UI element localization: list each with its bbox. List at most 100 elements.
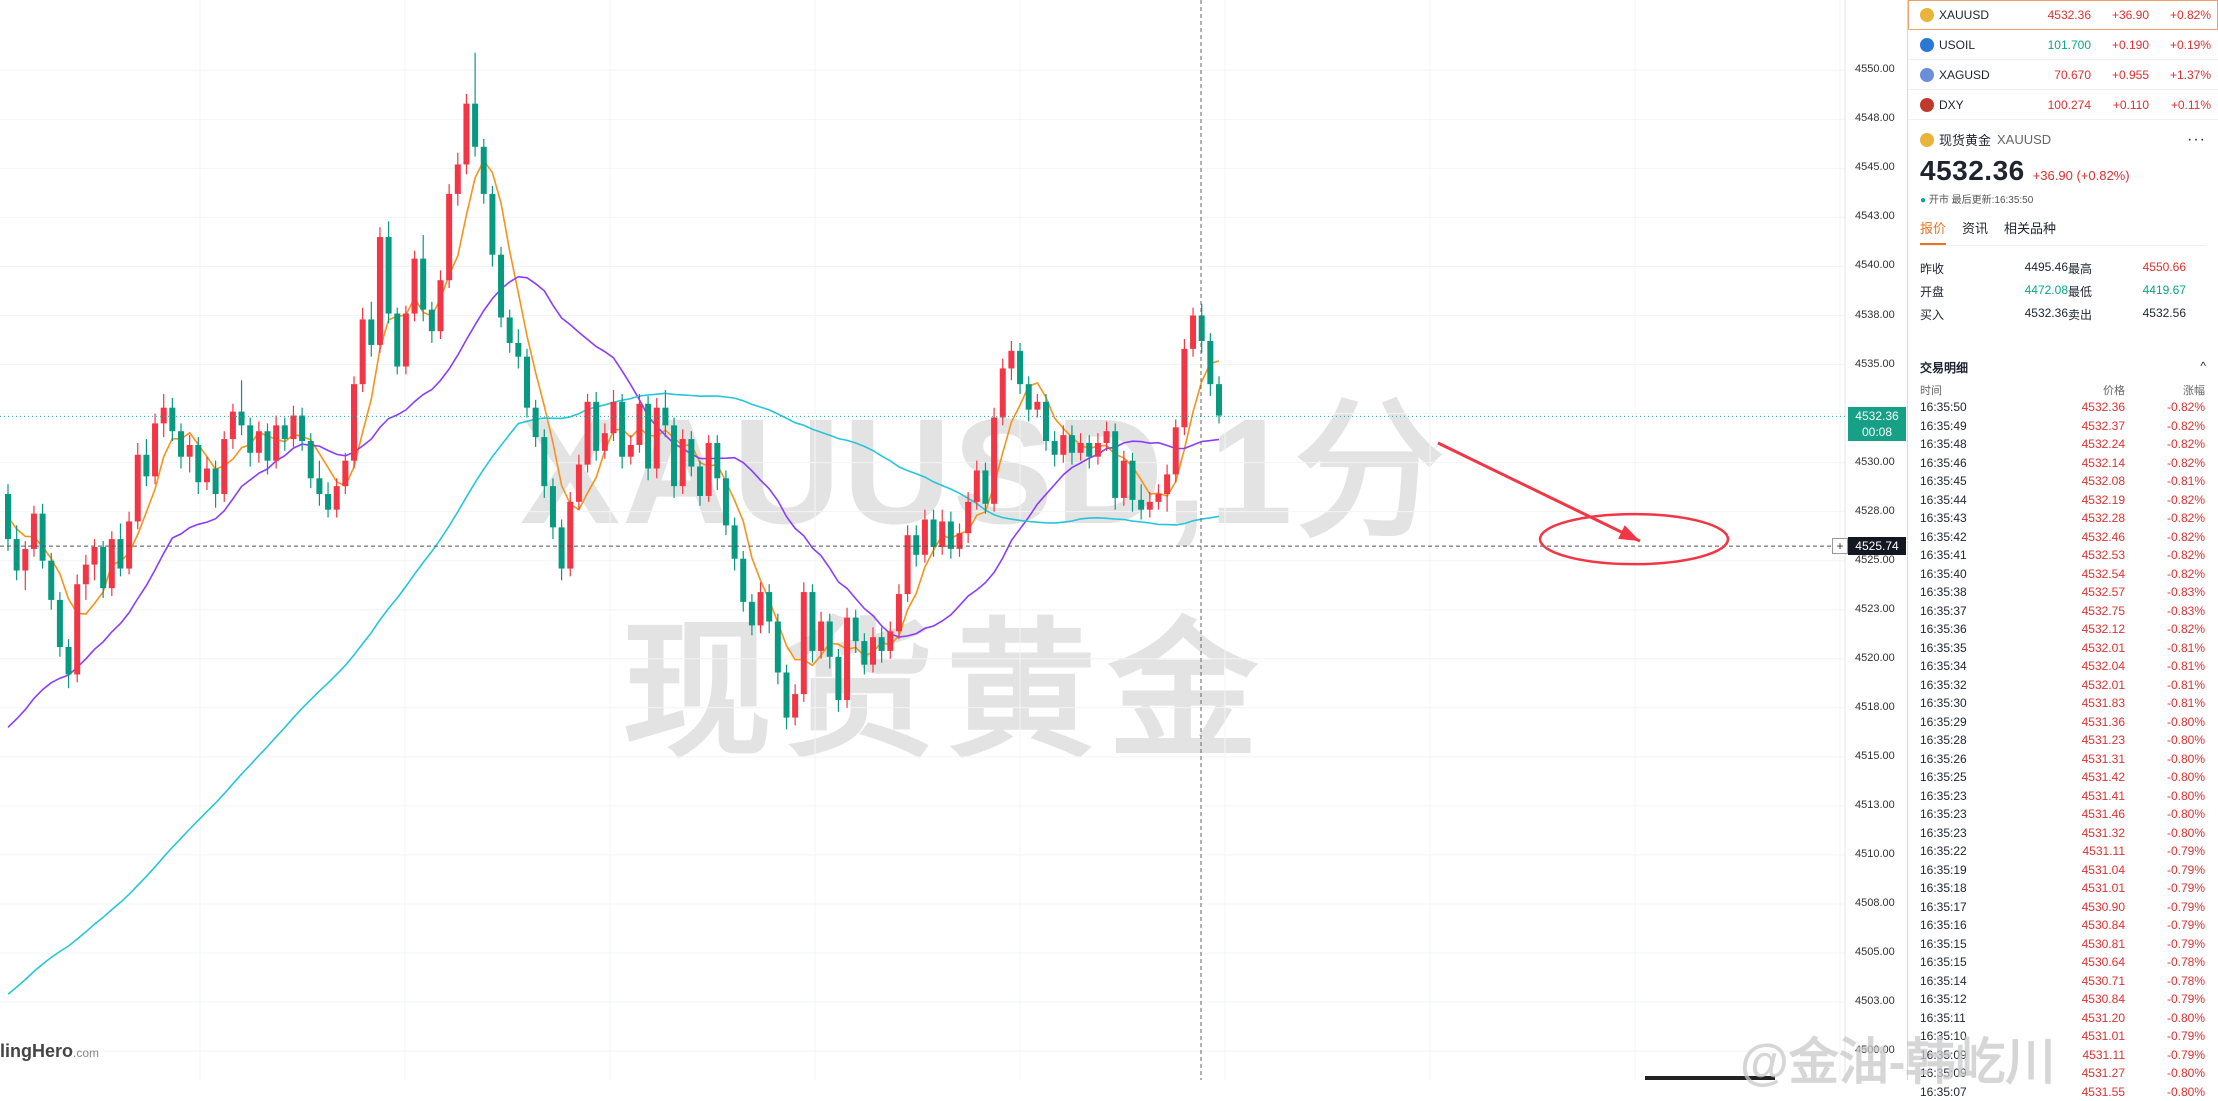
trade-pct: -0.79%: [2125, 1048, 2205, 1062]
trade-time: 16:35:12: [1920, 992, 2030, 1006]
price-tick-label: 4540.00: [1855, 259, 1895, 271]
collapse-caret-icon[interactable]: ^: [2200, 359, 2206, 376]
candle-body: [152, 423, 158, 476]
tab-quote[interactable]: 报价: [1920, 218, 1946, 245]
price-tick-label: 4503.00: [1855, 995, 1895, 1007]
candle-body: [809, 592, 815, 651]
candle-body: [57, 600, 63, 647]
candle-body: [524, 357, 530, 408]
trade-pct: -0.80%: [2125, 752, 2205, 766]
trade-pct: -0.79%: [2125, 1029, 2205, 1043]
trade-time: 16:35:50: [1920, 400, 2030, 414]
stat-value: 4495.46: [1990, 260, 2068, 277]
trade-time: 16:35:09: [1920, 1048, 2030, 1062]
trade-price: 4531.46: [2030, 807, 2125, 821]
candle-body: [455, 164, 461, 193]
candle-body: [775, 622, 781, 673]
stat-value: 4472.08: [1990, 283, 2068, 300]
candle-body: [135, 455, 141, 522]
trade-price: 4532.08: [2030, 474, 2125, 488]
trade-pct: -0.80%: [2125, 733, 2205, 747]
candle-body: [896, 594, 902, 631]
candle-body: [308, 441, 314, 478]
col-pct: 涨幅: [2125, 382, 2205, 398]
trade-row: 16:35:174530.90-0.79%: [1920, 898, 2206, 917]
watchlist-row-xagusd[interactable]: XAGUSD70.670+0.955+1.37%: [1908, 60, 2218, 90]
trade-price: 4532.57: [2030, 585, 2125, 599]
tab-related[interactable]: 相关品种: [2004, 218, 2056, 245]
more-options-icon[interactable]: ···: [2187, 131, 2206, 149]
candle-body: [559, 527, 565, 568]
trade-row: 16:35:304531.83-0.81%: [1920, 694, 2206, 713]
watchlist-symbol: XAGUSD: [1939, 68, 2027, 82]
trades-list[interactable]: 16:35:504532.36-0.82%16:35:494532.37-0.8…: [1920, 398, 2206, 1101]
price-tick-label: 4545.00: [1855, 161, 1895, 173]
trade-price: 4532.37: [2030, 419, 2125, 433]
trade-price: 4531.83: [2030, 696, 2125, 710]
watchlist-row-usoil[interactable]: USOIL101.700+0.190+0.19%: [1908, 30, 2218, 60]
watchlist-row-dxy[interactable]: DXY100.274+0.110+0.11%: [1908, 90, 2218, 120]
candle-body: [169, 408, 175, 432]
candle-body: [853, 618, 859, 642]
stat-label: 最高: [2068, 260, 2108, 277]
trade-row: 16:35:124530.84-0.79%: [1920, 990, 2206, 1009]
candle-body: [117, 539, 123, 568]
stat-value: 4419.67: [2108, 283, 2186, 300]
candle-body: [316, 478, 322, 494]
trade-time: 16:35:23: [1920, 807, 2030, 821]
trade-pct: -0.80%: [2125, 1085, 2205, 1099]
candle-body: [732, 525, 738, 558]
trade-pct: -0.80%: [2125, 715, 2205, 729]
tab-news[interactable]: 资讯: [1962, 218, 1988, 245]
candle-body: [619, 402, 625, 457]
trade-pct: -0.83%: [2125, 585, 2205, 599]
candle-body: [221, 439, 227, 494]
trade-pct: -0.80%: [2125, 826, 2205, 840]
trade-pct: -0.82%: [2125, 567, 2205, 581]
candle-body: [463, 104, 469, 165]
trade-price: 4530.71: [2030, 974, 2125, 988]
trade-row: 16:35:154530.81-0.79%: [1920, 935, 2206, 954]
time-scroll-thumb[interactable]: [1645, 1076, 1775, 1080]
price-tick-label: 4523.00: [1855, 603, 1895, 615]
trade-price: 4532.54: [2030, 567, 2125, 581]
price-tick-label: 4530.00: [1855, 456, 1895, 468]
candle-body: [1138, 500, 1144, 510]
trade-time: 16:35:26: [1920, 752, 2030, 766]
crosshair-add-icon[interactable]: +: [1832, 538, 1848, 554]
candle-body: [1095, 443, 1101, 457]
candle-body: [585, 402, 591, 465]
candle-body: [489, 194, 495, 255]
candle-body: [1130, 461, 1136, 500]
candle-body: [507, 317, 513, 343]
trade-price: 4530.84: [2030, 918, 2125, 932]
candle-body: [515, 343, 521, 357]
trade-pct: -0.80%: [2125, 770, 2205, 784]
annotation-arrow-head: [1618, 525, 1640, 541]
trade-price: 4531.23: [2030, 733, 2125, 747]
trade-pct: -0.79%: [2125, 900, 2205, 914]
candlestick-chart[interactable]: [0, 0, 1907, 1080]
candle-body: [784, 673, 790, 718]
candle-body: [645, 404, 651, 469]
market-status-text: 开市 最后更新:16:35:50: [1929, 195, 2033, 206]
candle-body: [801, 592, 807, 694]
candle-body: [438, 280, 444, 331]
watchlist-row-xauusd[interactable]: XAUUSD4532.36+36.90+0.82%: [1908, 0, 2218, 30]
candle-body: [636, 404, 642, 445]
candle-body: [498, 255, 504, 318]
trade-row: 16:35:284531.23-0.80%: [1920, 731, 2206, 750]
trade-price: 4532.36: [2030, 400, 2125, 414]
watchlist-pct: +1.37%: [2149, 68, 2211, 82]
candle-body: [1216, 384, 1222, 415]
candle-body: [360, 319, 366, 384]
watchlist-price: 70.670: [2027, 68, 2091, 82]
trade-row: 16:35:094531.11-0.79%: [1920, 1046, 2206, 1065]
price-tick-label: 4518.00: [1855, 701, 1895, 713]
candle-body: [31, 514, 37, 549]
candle-body: [143, 455, 149, 477]
candle-body: [1104, 431, 1110, 443]
candle-body: [922, 520, 928, 555]
candle-body: [939, 521, 945, 547]
chart-area[interactable]: XAUUSD,1分 现货黄金 4550.004548.004545.004543…: [0, 0, 1907, 1080]
